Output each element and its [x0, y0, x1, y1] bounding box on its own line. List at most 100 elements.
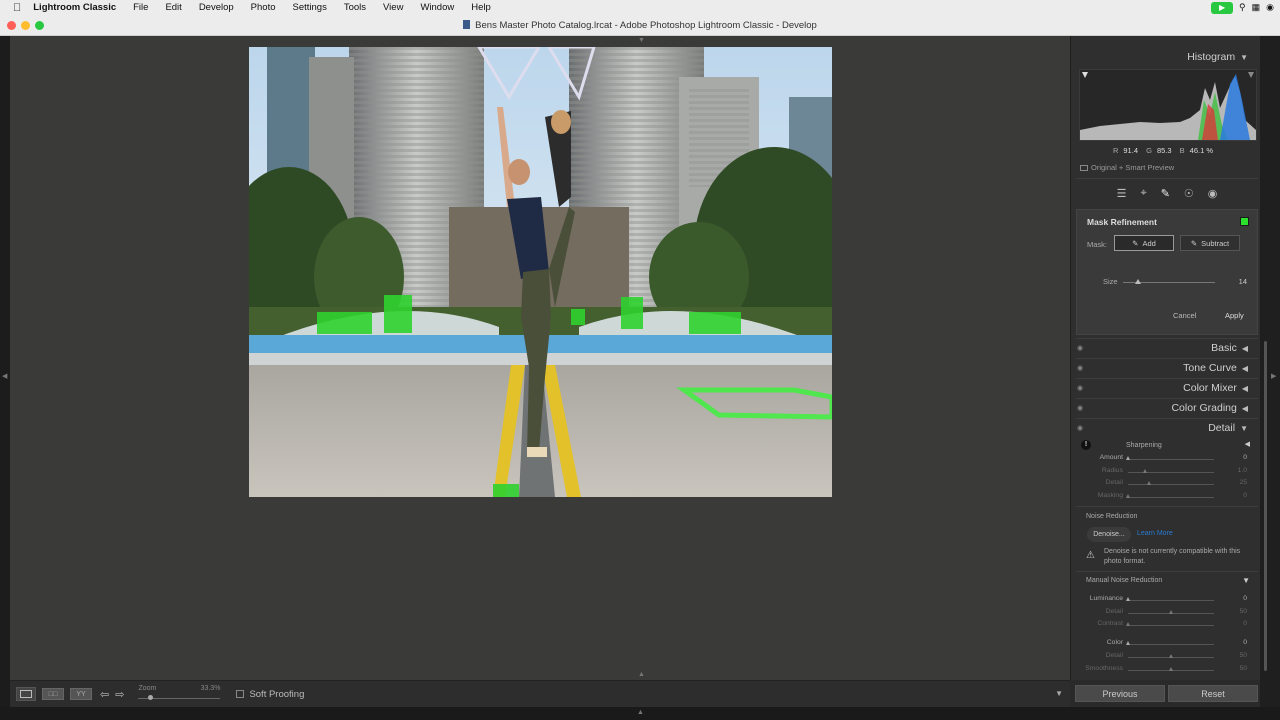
slider-knob[interactable]: [1125, 641, 1130, 646]
menu-window[interactable]: Window: [420, 2, 454, 13]
slider-value[interactable]: 0: [1243, 492, 1247, 499]
slider-value[interactable]: 50: [1239, 652, 1247, 659]
masking-icon[interactable]: ◉: [1208, 187, 1218, 200]
slider-value[interactable]: 25: [1239, 479, 1247, 486]
slider-knob[interactable]: [1168, 654, 1173, 659]
filmstrip-toggle-icon[interactable]: ▲: [637, 709, 644, 716]
camera-icon[interactable]: ▶: [1211, 1, 1234, 14]
photo-preview[interactable]: [249, 47, 832, 497]
toolbar-menu-dropdown-icon[interactable]: ▼: [1055, 689, 1063, 698]
right-panel-toggle-icon[interactable]: ▶: [1271, 372, 1276, 380]
reset-button[interactable]: Reset: [1168, 685, 1258, 702]
slider-track[interactable]: [1128, 625, 1214, 627]
menu-view[interactable]: View: [383, 2, 403, 13]
menu-edit[interactable]: Edit: [165, 2, 181, 13]
slider-row[interactable]: Luminance 0: [1081, 595, 1251, 605]
basic-visibility-icon[interactable]: ◉: [1077, 344, 1083, 352]
menu-develop[interactable]: Develop: [199, 2, 234, 13]
basic-section-title[interactable]: Basic ◀: [1211, 342, 1248, 354]
brush-size-slider-knob[interactable]: [1135, 279, 1141, 284]
mask-cancel-button[interactable]: Cancel: [1173, 311, 1196, 320]
loupe-view-button[interactable]: [16, 687, 36, 701]
color-grading-section-title[interactable]: Color Grading ◀: [1171, 402, 1248, 414]
slider-track[interactable]: [1128, 484, 1214, 486]
slider-value[interactable]: 50: [1239, 665, 1247, 672]
slider-knob[interactable]: [1147, 481, 1151, 486]
tone-curve-visibility-icon[interactable]: ◉: [1077, 364, 1083, 372]
menu-app-name[interactable]: Lightroom Classic: [33, 2, 116, 13]
slider-value[interactable]: 0: [1243, 639, 1247, 646]
tone-curve-section-title[interactable]: Tone Curve ◀: [1183, 362, 1248, 374]
before-after-button[interactable]: □□: [42, 688, 64, 700]
mask-add-button[interactable]: ✎ Add: [1114, 235, 1174, 251]
learn-more-link[interactable]: Learn More: [1137, 530, 1173, 537]
slider-knob[interactable]: [1125, 494, 1130, 499]
slider-value[interactable]: 50: [1239, 608, 1247, 615]
denoise-button[interactable]: Denoise...: [1087, 527, 1131, 542]
menu-help[interactable]: Help: [471, 2, 491, 13]
left-panel-toggle-icon[interactable]: ◀: [2, 372, 7, 380]
slider-knob[interactable]: [1125, 456, 1130, 460]
menu-settings[interactable]: Settings: [293, 2, 327, 13]
manual-noise-reduction-collapse-icon[interactable]: ▼: [1242, 576, 1250, 585]
next-photo-icon[interactable]: ⇨: [115, 688, 124, 701]
mask-overlay-color-swatch[interactable]: [1240, 217, 1249, 226]
slider-track[interactable]: [1128, 459, 1214, 460]
siri-icon[interactable]: ◉: [1266, 2, 1274, 13]
sharpening-collapse-icon[interactable]: ◀: [1245, 440, 1250, 448]
histogram-header[interactable]: Histogram ▼: [1187, 51, 1248, 63]
slider-knob[interactable]: [1168, 666, 1173, 671]
zoom-control[interactable]: Zoom 33.3%: [138, 683, 221, 705]
menu-file[interactable]: File: [133, 2, 148, 13]
slider-knob[interactable]: [1142, 468, 1147, 473]
detail-section-title[interactable]: Detail ▼: [1208, 422, 1248, 434]
edit-sliders-icon[interactable]: ☰: [1117, 187, 1127, 200]
zoom-slider-knob[interactable]: [148, 695, 154, 700]
soft-proofing-checkbox[interactable]: [236, 690, 245, 698]
histogram-graph[interactable]: [1079, 69, 1257, 141]
previous-photo-icon[interactable]: ⇦: [100, 688, 109, 701]
slider-row[interactable]: Detail 25: [1081, 479, 1251, 489]
slider-row[interactable]: Detail 50: [1081, 652, 1251, 662]
previous-button[interactable]: Previous: [1075, 685, 1165, 702]
slider-knob[interactable]: [1168, 609, 1173, 614]
color-grading-visibility-icon[interactable]: ◉: [1077, 404, 1083, 412]
search-icon[interactable]: ⚲: [1239, 2, 1246, 13]
slider-track[interactable]: [1128, 644, 1214, 646]
control-center-icon[interactable]: ▦: [1252, 2, 1261, 13]
mask-subtract-button[interactable]: ✎ Subtract: [1180, 235, 1240, 251]
compare-view-button[interactable]: YY: [70, 688, 92, 700]
slider-value[interactable]: 0: [1243, 620, 1247, 627]
slider-value[interactable]: 1.0: [1238, 467, 1247, 474]
slider-knob[interactable]: [1125, 622, 1130, 627]
slider-value[interactable]: 0: [1243, 595, 1247, 602]
menu-tools[interactable]: Tools: [344, 2, 366, 13]
color-mixer-section-title[interactable]: Color Mixer ◀: [1183, 382, 1248, 394]
slider-track[interactable]: [1128, 600, 1214, 601]
mask-apply-button[interactable]: Apply: [1225, 311, 1244, 320]
slider-track[interactable]: [1128, 471, 1214, 473]
detail-visibility-icon[interactable]: ◉: [1077, 424, 1083, 432]
color-mixer-visibility-icon[interactable]: ◉: [1077, 384, 1083, 392]
apple-icon[interactable]: : [13, 2, 21, 14]
red-eye-icon[interactable]: ☉: [1184, 187, 1194, 200]
slider-row[interactable]: Color 0: [1081, 639, 1251, 649]
slider-row[interactable]: Radius 1.0: [1081, 467, 1251, 477]
slider-row[interactable]: Masking 0: [1081, 492, 1251, 502]
menu-photo[interactable]: Photo: [251, 2, 276, 13]
slider-value[interactable]: 0: [1243, 454, 1247, 461]
eraser-icon[interactable]: ✎: [1161, 187, 1170, 200]
panel-scroll-thumb[interactable]: [1264, 341, 1267, 671]
panel-scrollbar[interactable]: ▶: [1260, 36, 1280, 720]
slider-knob[interactable]: [1125, 597, 1130, 601]
slider-row[interactable]: Detail 50: [1081, 608, 1251, 618]
slider-row[interactable]: Smoothness 50: [1081, 665, 1251, 675]
slider-track[interactable]: [1128, 497, 1214, 499]
bottom-panel-toggle-icon[interactable]: ▲: [638, 671, 645, 678]
image-stage[interactable]: ▼ ▲: [10, 36, 1070, 680]
crop-icon[interactable]: ⌖: [1140, 187, 1146, 200]
slider-row[interactable]: Contrast 0: [1081, 620, 1251, 630]
brush-size-value[interactable]: 14: [1239, 277, 1247, 286]
slider-row[interactable]: Amount 0: [1081, 454, 1251, 464]
sharpening-warning-icon[interactable]: !: [1081, 440, 1091, 450]
